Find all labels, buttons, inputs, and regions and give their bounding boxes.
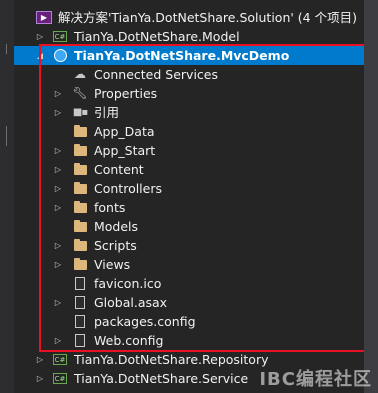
tree-item-file-favicon[interactable]: favicon.ico [14,274,378,293]
expand-arrow-icon[interactable]: ▷ [34,27,46,46]
project-label: TianYa.DotNetShare.MvcDemo [74,48,290,63]
expand-arrow-icon[interactable]: ▷ [52,293,64,312]
folder-icon [72,198,88,217]
cloud-icon: ☁ [74,67,86,81]
expand-arrow-icon[interactable]: ▷ [52,141,64,160]
tree-item-folder-models[interactable]: Models [14,217,378,236]
solution-label: 解决方案'TianYa.DotNetShare.Solution' (4 个项目… [58,10,357,25]
gutter-line [6,126,7,146]
tree-row-solution[interactable]: ▶ 解决方案'TianYa.DotNetShare.Solution' (4 个… [14,8,378,27]
project-label: TianYa.DotNetShare.Service [74,371,249,386]
csharp-project-icon: C# [53,354,67,365]
tree-item-folder-views[interactable]: ▷ Views [14,255,378,274]
tree-item-folder-app-start[interactable]: ▷ App_Start [14,141,378,160]
tree-item-label: favicon.ico [94,276,162,291]
tree-item-label: Models [94,219,139,234]
tree-item-label: packages.config [94,314,196,329]
file-icon [72,312,88,331]
project-label: TianYa.DotNetShare.Model [74,29,240,44]
tree-row-project-mvcdemo[interactable]: ◢ TianYa.DotNetShare.MvcDemo [14,46,378,65]
web-project-icon [52,46,68,65]
watermark: IBC编程社区 [259,369,372,390]
folder-icon [72,217,88,236]
references-icon: ■▪ [72,107,88,118]
editor-gutter [0,0,14,393]
tree-item-folder-content[interactable]: ▷ Content [14,160,378,179]
tree-item-label: Controllers [94,181,162,196]
tree-item-label: Scripts [94,238,137,253]
tree-row-project-model[interactable]: ▷ C# TianYa.DotNetShare.Model [14,27,378,46]
file-icon [72,331,88,350]
expand-arrow-icon[interactable]: ▷ [52,255,64,274]
tree-item-folder-scripts[interactable]: ▷ Scripts [14,236,378,255]
expand-arrow-icon[interactable]: ▷ [52,103,64,122]
tree-item-folder-app-data[interactable]: App_Data [14,122,378,141]
expand-arrow-icon[interactable]: ▷ [34,350,46,369]
tree-item-label: App_Data [94,124,155,139]
csharp-project-icon: C# [53,373,67,384]
project-label: TianYa.DotNetShare.Repository [74,352,269,367]
folder-icon [72,122,88,141]
tree-item-label: 引用 [94,105,120,120]
folder-icon [72,255,88,274]
expand-arrow-icon[interactable]: ▷ [52,331,64,350]
csharp-project-icon: C# [53,31,67,42]
collapse-arrow-icon[interactable]: ◢ [34,46,46,65]
tree-item-folder-controllers[interactable]: ▷ Controllers [14,179,378,198]
gutter-line [6,44,7,54]
expand-arrow-icon[interactable]: ▷ [52,198,64,217]
expand-arrow-icon[interactable]: ▷ [34,369,46,388]
tree-item-label: Views [94,257,131,272]
folder-icon [72,236,88,255]
tree-item-label: Web.config [94,333,164,348]
tree-item-label: App_Start [94,143,156,158]
tree-item-references[interactable]: ▷ ■▪ 引用 [14,103,378,122]
folder-icon [72,141,88,160]
tree-item-label: fonts [94,200,126,215]
vertical-scrollbar[interactable] [364,0,378,393]
expand-arrow-icon[interactable]: ▷ [52,84,64,103]
folder-icon [72,179,88,198]
tree-item-label: Global.asax [94,295,168,310]
expand-arrow-icon[interactable]: ▷ [52,236,64,255]
solution-icon: ▶ [36,8,52,27]
tree-item-file-web-config[interactable]: ▷ Web.config [14,331,378,350]
tree-item-folder-fonts[interactable]: ▷ fonts [14,198,378,217]
tree-item-file-packages-config[interactable]: packages.config [14,312,378,331]
expand-arrow-icon[interactable]: ▷ [52,179,64,198]
file-icon [72,274,88,293]
tree-item-label: Connected Services [94,67,218,82]
tree-item-connected-services[interactable]: ☁ Connected Services [14,65,378,84]
expand-arrow-icon[interactable]: ▷ [52,160,64,179]
wrench-icon: 🔧︎ [72,86,88,100]
tree-item-properties[interactable]: ▷ 🔧︎ Properties [14,84,378,103]
file-icon [72,293,88,312]
tree-item-file-global-asax[interactable]: ▷ Global.asax [14,293,378,312]
tree-item-label: Properties [94,86,158,101]
tree-item-label: Content [94,162,144,177]
folder-icon [72,160,88,179]
solution-explorer-tree: ▶ 解决方案'TianYa.DotNetShare.Solution' (4 个… [14,0,378,393]
